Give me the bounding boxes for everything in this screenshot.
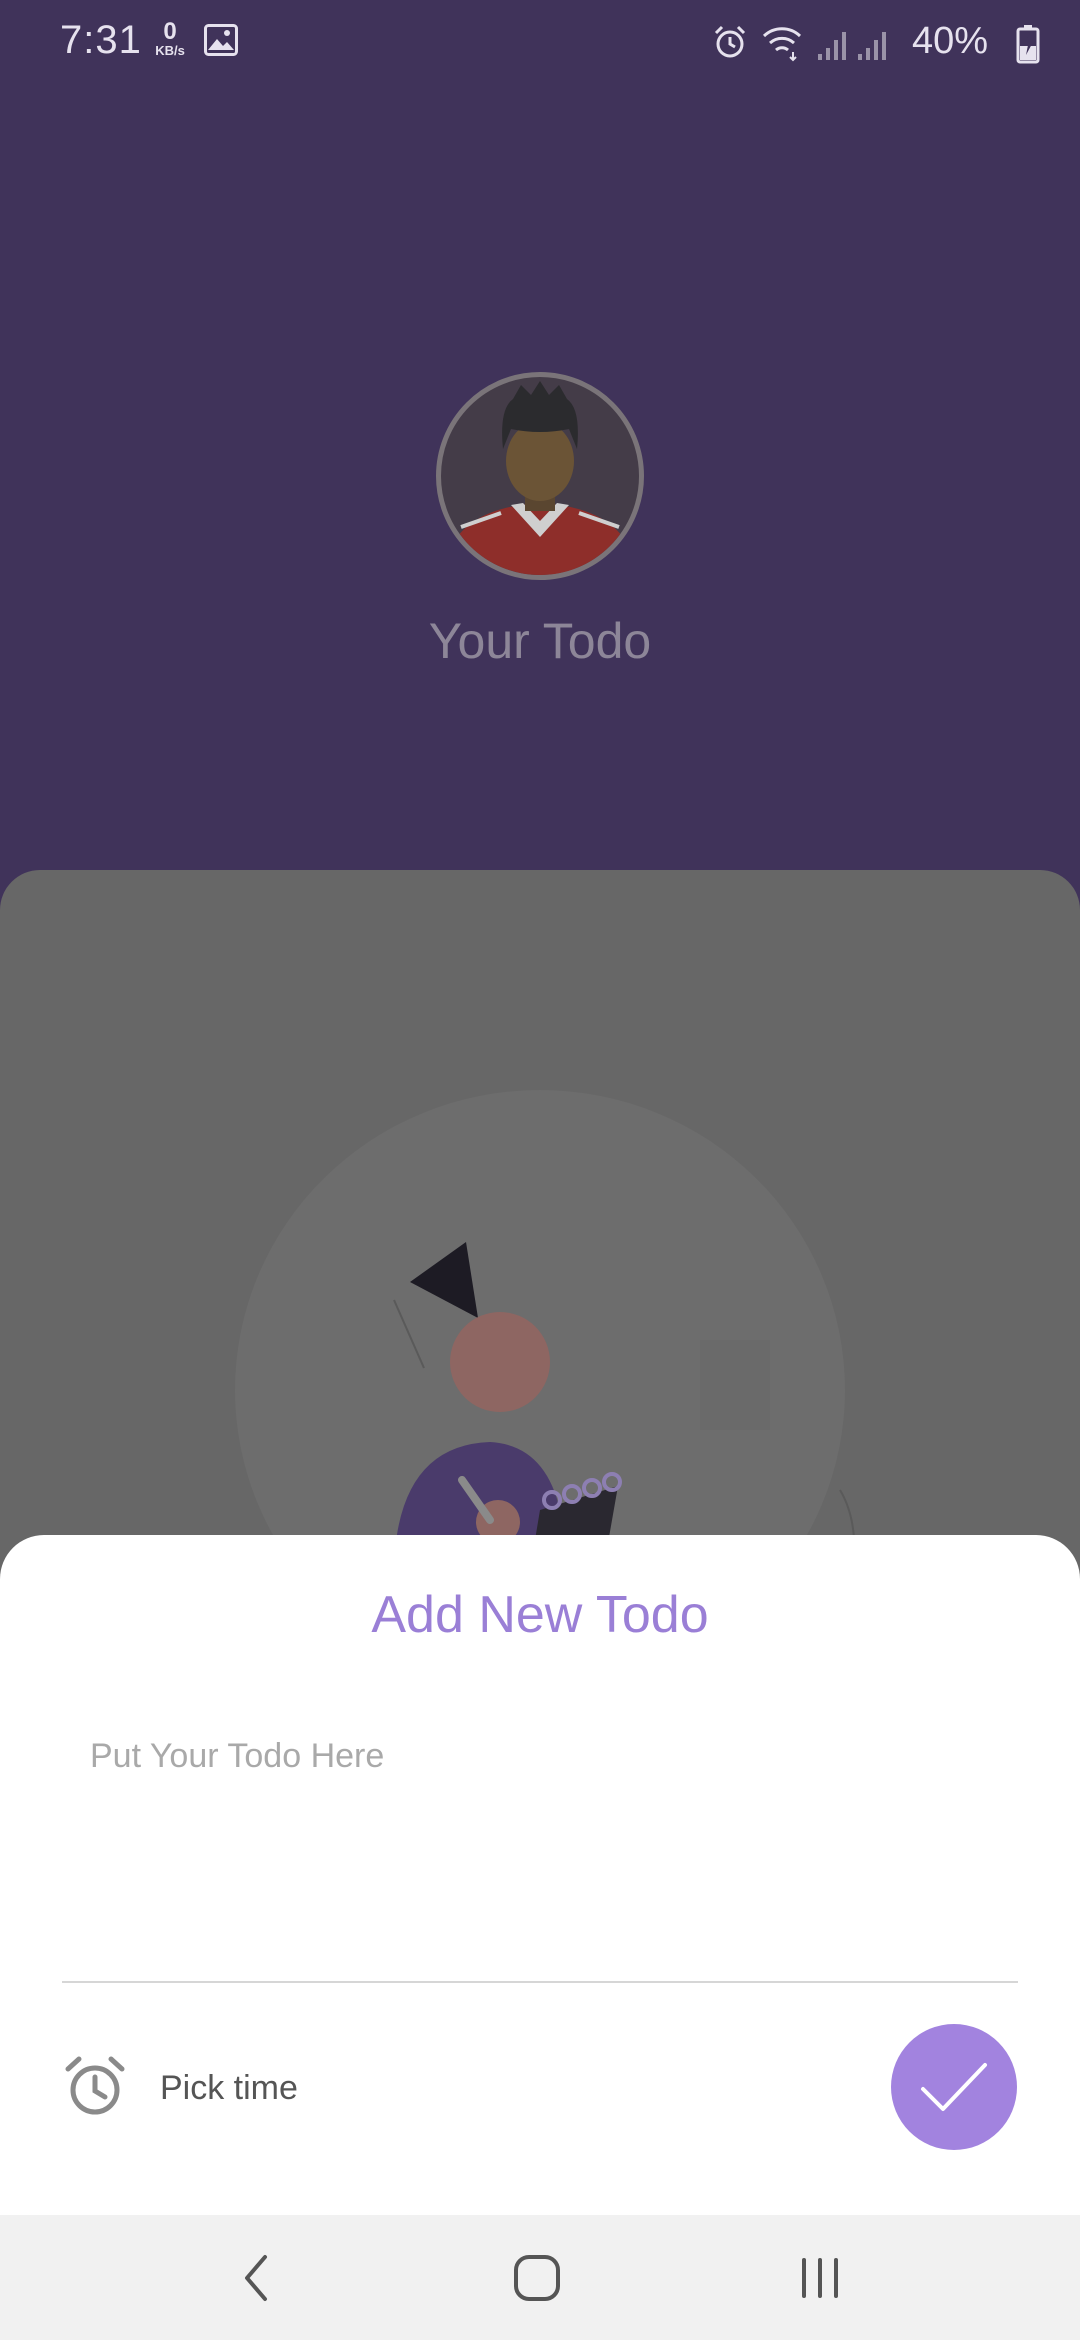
recents-icon <box>802 2258 838 2298</box>
signal-icon <box>818 32 846 60</box>
screen: 7:31 0 KB/s 40% Your Todo Add New Todo P… <box>0 0 1080 2340</box>
battery-percentage: 40% <box>911 20 988 62</box>
empty-state-illustration <box>235 1090 855 1570</box>
header-title: Your Todo <box>428 613 652 669</box>
todo-input[interactable] <box>62 1725 1018 1965</box>
sheet-title: Add New Todo <box>371 1586 709 1644</box>
navigation-bar <box>0 2215 1080 2340</box>
alarm-clock-icon <box>62 2053 128 2124</box>
recents-button[interactable] <box>780 2245 860 2311</box>
pick-time-label: Pick time <box>160 2068 298 2107</box>
back-button[interactable] <box>216 2245 296 2311</box>
battery-charging-icon <box>1016 25 1040 64</box>
gallery-icon <box>204 24 238 61</box>
pick-time-button[interactable]: Pick time <box>62 2055 298 2121</box>
network-speed-value: 0 <box>163 18 177 45</box>
home-button[interactable] <box>497 2245 577 2311</box>
signal-icon <box>858 32 886 60</box>
status-time: 7:31 <box>60 18 142 62</box>
network-speed-indicator: 0 KB/s <box>150 18 190 58</box>
confirm-add-todo-button[interactable] <box>891 2024 1017 2150</box>
input-underline <box>62 1981 1018 1983</box>
home-icon <box>514 2255 560 2301</box>
wifi-icon <box>762 27 802 62</box>
network-speed-unit: KB/s <box>155 43 185 58</box>
avatar <box>436 372 644 580</box>
alarm-icon <box>714 25 746 58</box>
status-bar: 7:31 0 KB/s 40% <box>0 0 1080 84</box>
add-todo-sheet: Add New Todo Pick time <box>0 1535 1080 2215</box>
back-icon <box>245 2255 267 2301</box>
check-icon <box>921 2063 987 2111</box>
